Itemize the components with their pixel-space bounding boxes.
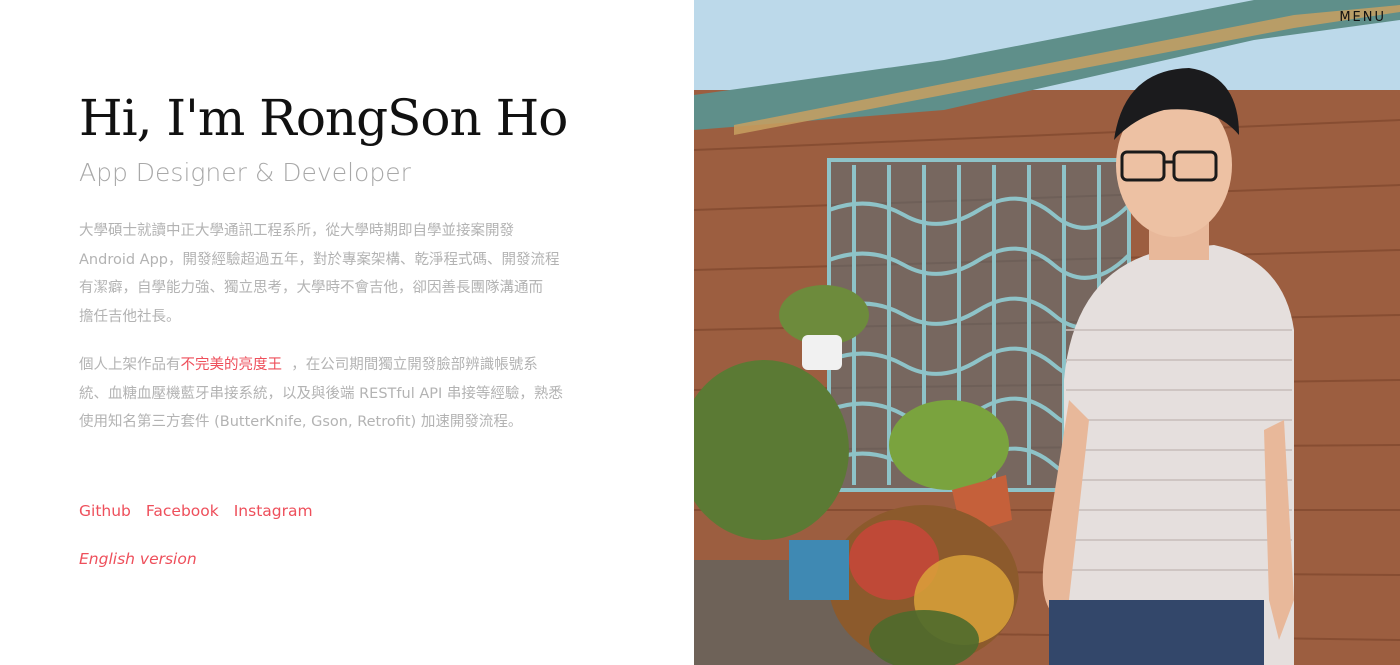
- about-line: 有潔癖，自學能力強、獨立思考，大學時不會吉他，卻因善長團隊溝通而: [79, 280, 543, 296]
- about-paragraph-2: 個人上架作品有不完美的亮度王 ，在公司期間獨立開發臉部辨識帳號系 統、血糖血壓機…: [79, 351, 599, 437]
- profile-photo-illustration: [694, 0, 1400, 665]
- about-line: 統、血糖血壓機藍牙串接系統，以及與後端 RESTful API 串接等經驗，熟悉: [79, 385, 563, 402]
- about-line: 擔任吉他社長。: [79, 308, 181, 325]
- page: Hi, I'm RongSon Ho App Designer & Develo…: [0, 0, 1400, 665]
- social-links: Github Facebook Instagram: [79, 499, 313, 523]
- intro-panel: Hi, I'm RongSon Ho App Designer & Develo…: [0, 0, 694, 665]
- profile-photo: MENU: [694, 0, 1400, 665]
- github-link[interactable]: Github: [79, 499, 131, 523]
- about-line: Android App，開發經驗超過五年，對於專案架構、乾淨程式碼、開發流程: [79, 251, 560, 268]
- app-link-brightness-king[interactable]: 不完美的亮度王: [181, 357, 283, 373]
- facebook-link[interactable]: Facebook: [146, 499, 219, 523]
- page-subtitle: App Designer & Developer: [79, 158, 411, 187]
- page-title: Hi, I'm RongSon Ho: [79, 89, 568, 147]
- about-text: 個人上架作品有: [79, 357, 181, 373]
- about-line: 大學碩士就讀中正大學通訊工程系所，從大學時期即自學並接案開發: [79, 223, 514, 239]
- about-text: ，在公司期間獨立開發臉部辨識帳號系: [291, 357, 538, 373]
- about-line: 使用知名第三方套件 (ButterKnife, Gson, Retrofit) …: [79, 414, 523, 430]
- menu-button[interactable]: MENU: [1339, 10, 1386, 25]
- about-paragraph-1: 大學碩士就讀中正大學通訊工程系所，從大學時期即自學並接案開發 Android A…: [79, 217, 599, 331]
- instagram-link[interactable]: Instagram: [234, 499, 313, 523]
- english-version-link[interactable]: English version: [79, 547, 197, 571]
